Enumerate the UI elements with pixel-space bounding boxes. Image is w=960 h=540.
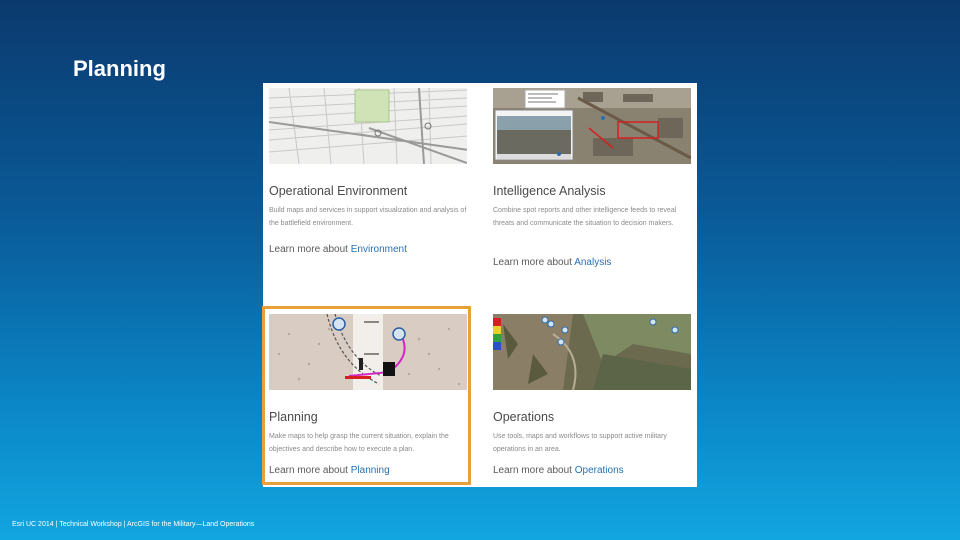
- card-operations: Operations Use tools, maps and workflows…: [493, 314, 693, 479]
- card-analysis: Intelligence Analysis Combine spot repor…: [493, 88, 693, 283]
- learn-more-planning: Learn more about Planning: [269, 465, 390, 476]
- learn-more-planning-link[interactable]: Planning: [351, 465, 390, 476]
- card-title: Intelligence Analysis: [493, 184, 606, 198]
- learn-more-environment: Learn more about Environment: [269, 244, 407, 255]
- card-title: Operations: [493, 410, 555, 424]
- card-planning: Planning Make maps to help grasp the cur…: [269, 314, 469, 479]
- analysis-map-thumbnail[interactable]: [493, 88, 691, 164]
- learn-more-environment-link[interactable]: Environment: [351, 244, 407, 255]
- learn-more-operations: Learn more about Operations: [493, 465, 624, 476]
- card-description: Use tools, maps and workflows to support…: [493, 433, 667, 453]
- slide-title: Planning: [73, 56, 166, 81]
- learn-more-analysis-link[interactable]: Analysis: [574, 257, 611, 268]
- card-description: Build maps and services in support visua…: [269, 207, 467, 227]
- planning-map-thumbnail[interactable]: [269, 314, 467, 390]
- learn-more-operations-link[interactable]: Operations: [575, 465, 624, 476]
- operations-map-thumbnail[interactable]: [493, 314, 691, 390]
- card-title: Planning: [269, 410, 318, 424]
- card-description: Combine spot reports and other intellige…: [493, 207, 677, 227]
- solutions-panel: ... Operational Environment Build maps a…: [263, 83, 697, 487]
- slide-footer: Esri UC 2014 | Technical Workshop | ArcG…: [12, 521, 255, 528]
- card-environment: ... Operational Environment Build maps a…: [269, 88, 469, 268]
- environment-map-thumbnail[interactable]: ...: [269, 88, 467, 164]
- card-title: Operational Environment: [269, 184, 408, 198]
- card-description: Make maps to help grasp the current situ…: [269, 433, 449, 453]
- learn-more-analysis: Learn more about Analysis: [493, 257, 612, 268]
